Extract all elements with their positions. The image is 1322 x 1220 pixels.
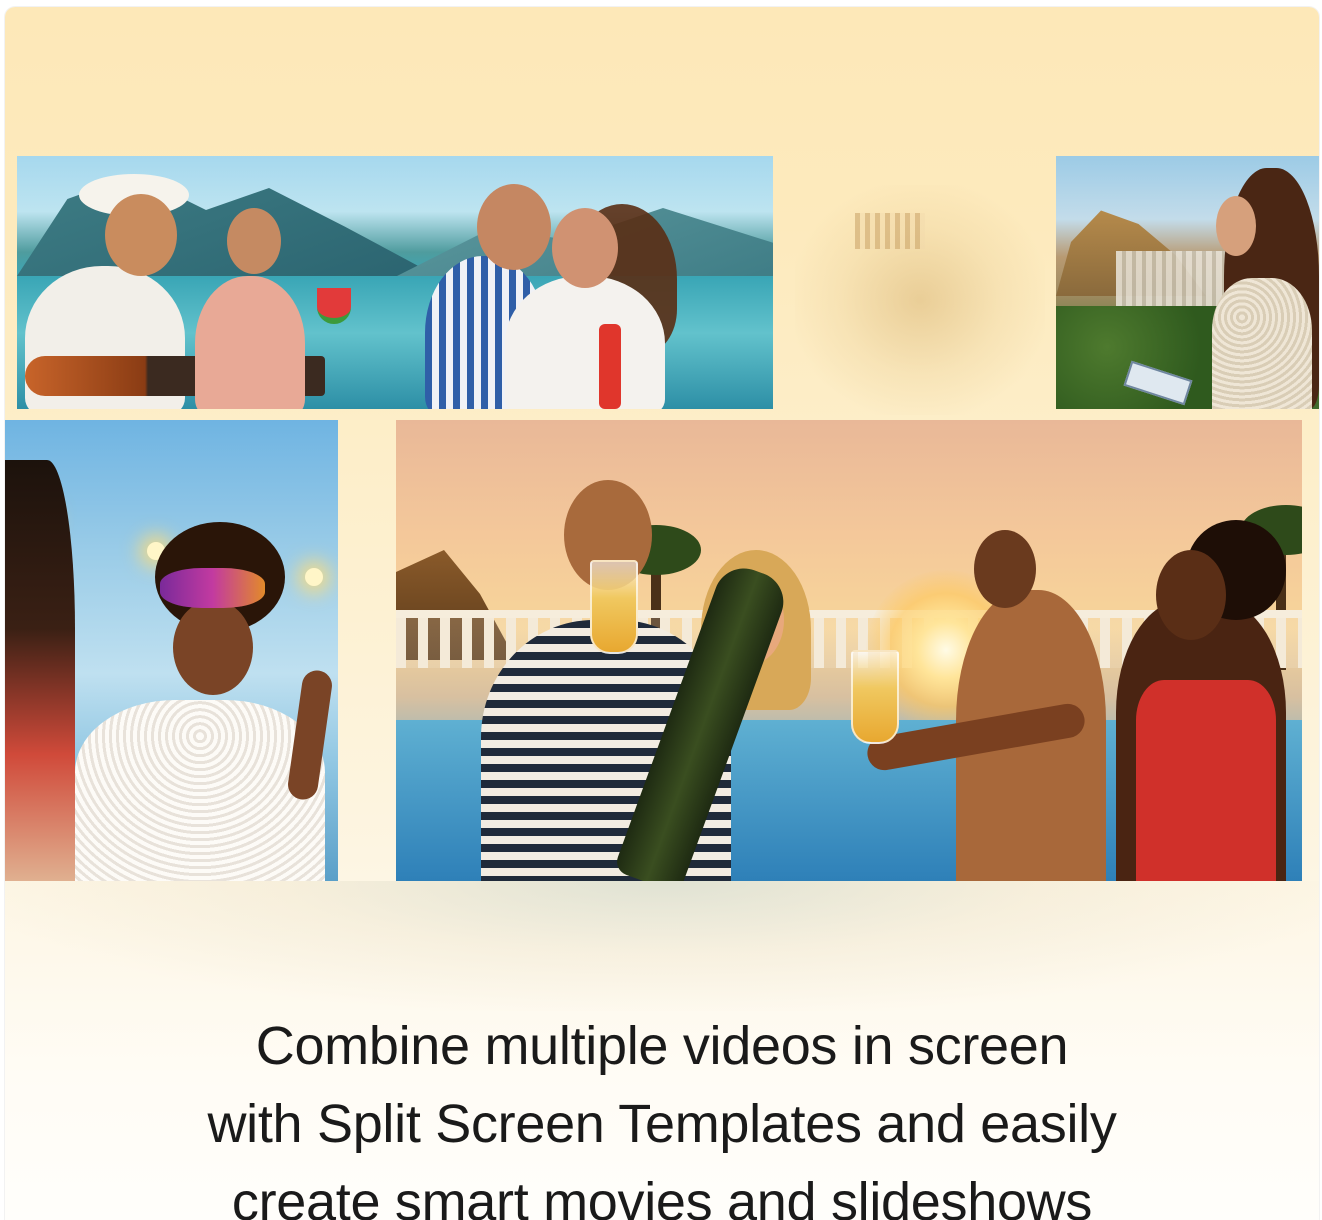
photo-person-head: [1216, 196, 1256, 256]
photo-person: [1212, 278, 1312, 409]
photo-temple: [855, 213, 925, 249]
photo-pool-party: [396, 420, 1302, 881]
photo-drink: [599, 324, 621, 409]
photo-person-head: [173, 600, 253, 695]
photo-person-head: [552, 208, 618, 288]
photo-person-head: [227, 208, 281, 274]
ghost-photo-acropolis: [795, 185, 1045, 415]
photo-swimsuit: [1136, 680, 1276, 881]
photo-headscarf: [160, 568, 265, 608]
photo-person-head: [105, 194, 177, 276]
photo-person: [75, 700, 325, 881]
photo-athens-woman: [1056, 156, 1319, 409]
caption-line: Combine multiple videos in screen: [255, 1016, 1069, 1076]
photo-watermelon: [317, 288, 351, 324]
photo-person-head: [1156, 550, 1226, 640]
photo-mountain: [17, 174, 437, 276]
promo-card: Combine multiple videos in screen with S…: [5, 7, 1319, 1220]
photo-trees: [1056, 306, 1226, 409]
photo-person-head: [477, 184, 551, 270]
photo-dancing-women: [5, 420, 338, 881]
photo-glass: [590, 560, 638, 654]
photo-person: [195, 276, 305, 409]
water-splash: [5, 881, 1319, 1011]
photo-person: [5, 460, 75, 881]
photo-person-head: [974, 530, 1036, 608]
photo-person: [505, 276, 665, 409]
caption-text: Combine multiple videos in screen with S…: [5, 1007, 1319, 1220]
caption-line: with Split Screen Templates and easily: [207, 1094, 1117, 1154]
caption-line: create smart movies and slideshows: [231, 1172, 1093, 1220]
photo-beach-friends: [17, 156, 773, 409]
photo-light: [305, 568, 323, 586]
photo-glass: [851, 650, 899, 744]
